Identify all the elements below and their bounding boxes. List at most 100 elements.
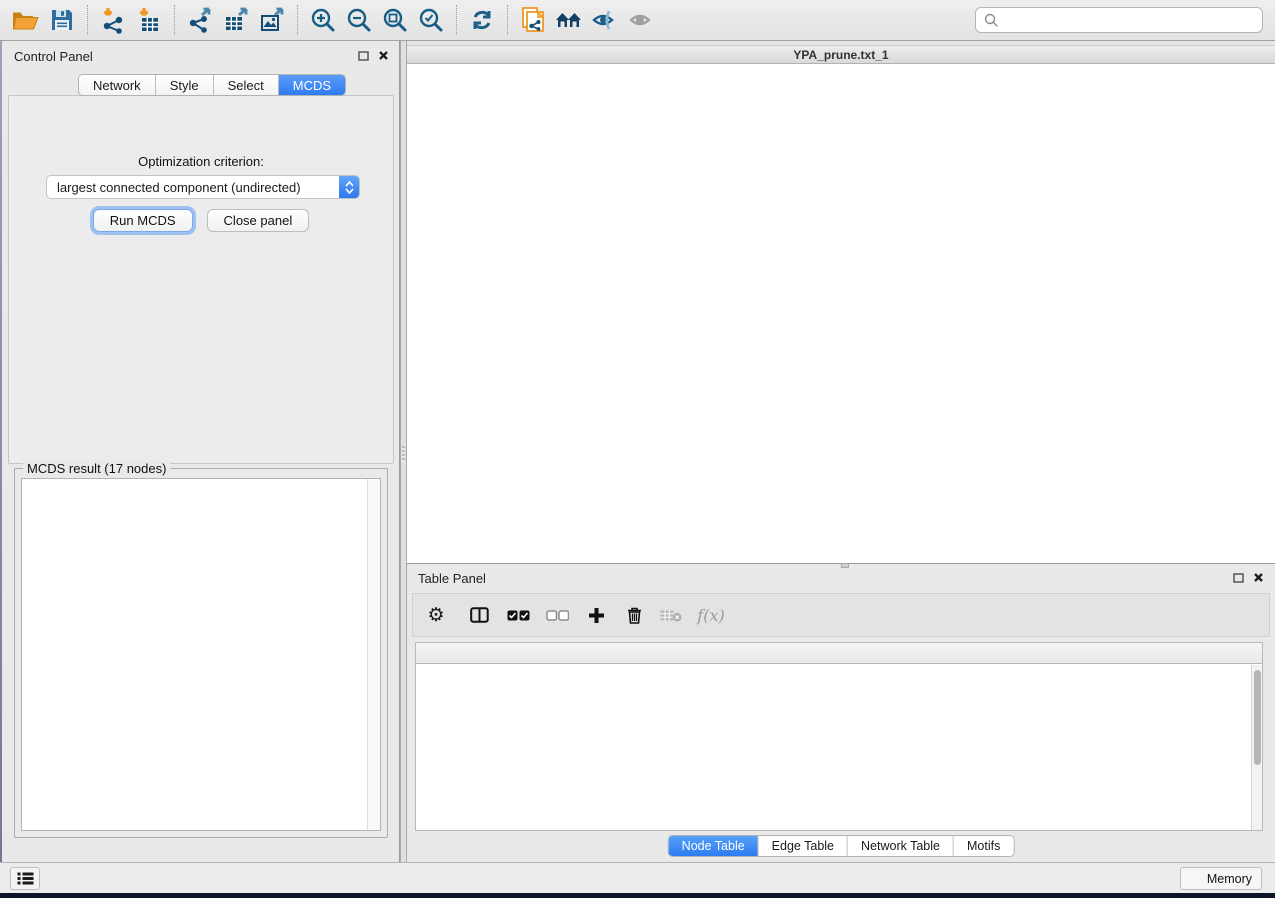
tab-edge-table[interactable]: Edge Table <box>759 836 848 856</box>
criterion-selected-value: largest connected component (undirected) <box>47 180 339 195</box>
select-all-button[interactable] <box>499 598 537 632</box>
export-image-icon <box>258 6 286 34</box>
control-panel: Control Panel Network Style Select MCDS … <box>2 41 400 862</box>
fx-icon: f(x) <box>697 606 724 625</box>
mcds-tab-content: Optimization criterion: largest connecte… <box>8 95 394 464</box>
optimization-criterion-label: Optimization criterion: <box>9 154 393 169</box>
scrollbar-thumb[interactable] <box>1254 670 1261 765</box>
apply-layout-button[interactable] <box>466 4 498 36</box>
status-bar: Memory <box>0 862 1275 893</box>
export-table-icon <box>222 6 250 34</box>
network-titlebar[interactable]: YPA_prune.txt_1 <box>407 45 1275 64</box>
deselect-all-button[interactable] <box>537 598 577 632</box>
tab-motifs[interactable]: Motifs <box>954 836 1013 856</box>
export-network-button[interactable] <box>184 4 216 36</box>
delete-table-icon <box>660 609 682 622</box>
zoom-out-icon <box>346 7 372 33</box>
zoom-fit-button[interactable] <box>379 4 411 36</box>
node-table <box>415 642 1263 831</box>
zoom-selected-icon <box>418 7 444 33</box>
function-builder-button[interactable]: f(x) <box>689 598 733 632</box>
tab-style[interactable]: Style <box>156 75 214 95</box>
memory-button[interactable]: Memory <box>1180 867 1262 890</box>
zoom-in-icon <box>310 7 336 33</box>
table-panel-title: Table Panel <box>418 571 486 586</box>
delete-table-button[interactable] <box>653 598 689 632</box>
zoom-selected-button[interactable] <box>415 4 447 36</box>
vertical-splitter[interactable] <box>400 41 407 862</box>
gear-icon: ⚙ <box>427 604 444 627</box>
toolbar-separator <box>297 5 298 35</box>
export-network-icon <box>186 6 214 34</box>
control-panel-title: Control Panel <box>14 49 93 64</box>
float-panel-icon[interactable] <box>1233 573 1244 583</box>
toolbar-separator <box>456 5 457 35</box>
new-network-from-selection-button[interactable] <box>517 4 549 36</box>
unchecked-boxes-icon <box>546 610 569 621</box>
float-panel-icon[interactable] <box>358 51 369 61</box>
horizontal-splitter-grip[interactable] <box>841 563 849 568</box>
open-file-button[interactable] <box>10 4 42 36</box>
hide-selected-button[interactable] <box>589 4 621 36</box>
table-scrollbar[interactable] <box>1251 665 1262 830</box>
export-table-button[interactable] <box>220 4 252 36</box>
zoom-out-button[interactable] <box>343 4 375 36</box>
search-input[interactable] <box>999 13 1254 28</box>
network-window: YPA_prune.txt_1 <box>407 41 1275 563</box>
control-panel-tabs: Network Style Select MCDS <box>78 74 346 96</box>
show-all-button[interactable] <box>625 4 657 36</box>
table-toolbar: ⚙ <box>412 593 1270 637</box>
main-toolbar <box>0 0 1275 41</box>
plus-icon <box>588 607 605 624</box>
export-image-button[interactable] <box>256 4 288 36</box>
network-canvas[interactable] <box>407 64 1275 563</box>
eye-slash-icon <box>591 7 619 33</box>
import-network-button[interactable] <box>97 4 129 36</box>
tab-node-table[interactable]: Node Table <box>669 836 759 856</box>
mcds-list-scrollbar[interactable] <box>367 479 380 830</box>
window-zoom-icon[interactable] <box>457 50 469 62</box>
close-panel-icon[interactable] <box>1253 572 1264 583</box>
mcds-result-list[interactable] <box>21 478 381 831</box>
delete-column-button[interactable] <box>615 598 653 632</box>
search-icon <box>984 13 999 28</box>
zoom-in-button[interactable] <box>307 4 339 36</box>
import-table-button[interactable] <box>133 4 165 36</box>
refresh-layout-icon <box>469 7 495 33</box>
select-stepper-icon <box>339 176 359 198</box>
zoom-fit-icon <box>382 7 408 33</box>
tab-mcds[interactable]: MCDS <box>279 75 345 95</box>
criterion-select[interactable]: largest connected component (undirected) <box>46 175 360 199</box>
import-table-icon <box>135 6 163 34</box>
close-panel-icon[interactable] <box>378 50 389 61</box>
tab-select[interactable]: Select <box>214 75 279 95</box>
list-icon <box>17 872 34 885</box>
memory-status-icon <box>1190 873 1201 884</box>
eye-icon <box>627 7 655 33</box>
close-panel-button[interactable]: Close panel <box>207 209 310 232</box>
run-mcds-button[interactable]: Run MCDS <box>93 209 193 232</box>
split-panel-button[interactable] <box>459 598 499 632</box>
table-settings-button[interactable]: ⚙ <box>413 598 459 632</box>
mcds-result-title: MCDS result (17 nodes) <box>23 461 170 476</box>
add-column-button[interactable] <box>577 598 615 632</box>
save-session-button[interactable] <box>46 4 78 36</box>
tab-network[interactable]: Network <box>79 75 156 95</box>
window-minimize-icon[interactable] <box>436 50 448 62</box>
search-field <box>975 7 1263 33</box>
network-title: YPA_prune.txt_1 <box>407 46 1275 64</box>
toolbar-separator <box>174 5 175 35</box>
checked-boxes-icon <box>507 610 530 621</box>
mcds-result-groupbox: MCDS result (17 nodes) <box>14 468 388 838</box>
network-graph[interactable] <box>407 64 1275 563</box>
import-network-icon <box>99 6 127 34</box>
show-task-history-button[interactable] <box>10 867 40 890</box>
table-tabs: Node Table Edge Table Network Table Moti… <box>668 835 1015 857</box>
houses-icon <box>554 7 584 33</box>
splitter-grip-icon <box>402 446 405 462</box>
first-neighbors-button[interactable] <box>553 4 585 36</box>
toolbar-separator <box>87 5 88 35</box>
open-folder-icon <box>11 7 41 33</box>
tab-network-table[interactable]: Network Table <box>848 836 954 856</box>
window-close-icon[interactable] <box>415 50 427 62</box>
